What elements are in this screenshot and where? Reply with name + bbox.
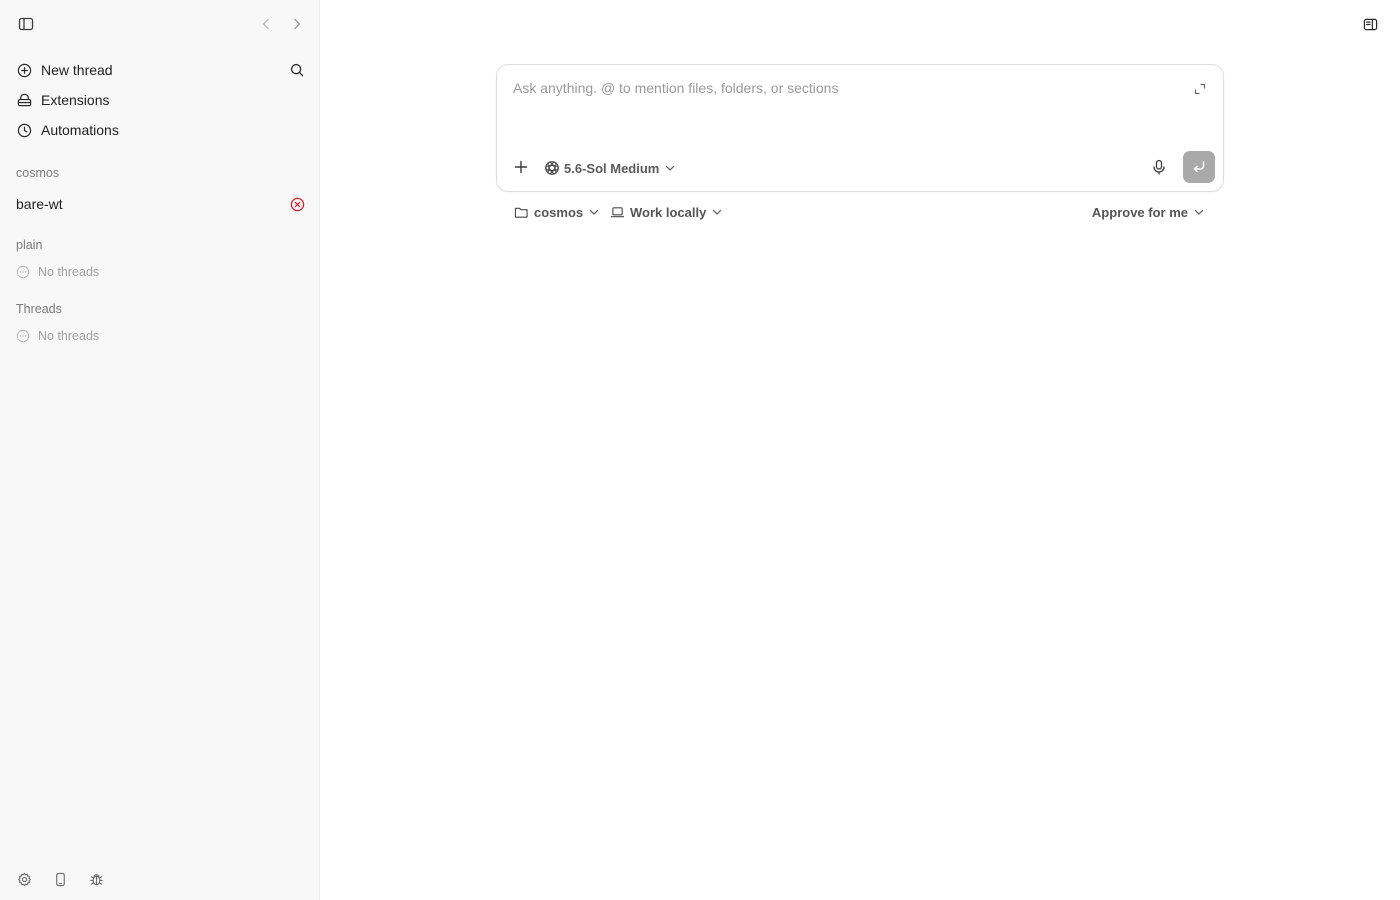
- model-logo-icon: [544, 160, 560, 176]
- microphone-icon[interactable]: [1149, 157, 1169, 177]
- send-button[interactable]: [1183, 151, 1215, 183]
- phone-icon[interactable]: [51, 870, 69, 888]
- search-icon[interactable]: [288, 61, 306, 79]
- sidebar: New thread Extensions Automations cosmos…: [0, 0, 320, 900]
- dots-circle-icon: [16, 265, 30, 279]
- approval-selector[interactable]: Approve for me: [1092, 200, 1204, 224]
- sidebar-bottom-bar: [0, 852, 319, 900]
- back-chevron-left-icon[interactable]: [257, 15, 275, 33]
- composer-options-bar: cosmos Work locally Approve for me: [496, 200, 1224, 224]
- attach-plus-icon[interactable]: [511, 157, 531, 177]
- chevron-down-icon: [589, 207, 599, 217]
- panel-toggle-icon[interactable]: [1361, 15, 1379, 33]
- location-selector[interactable]: Work locally: [610, 200, 722, 224]
- error-x-circle-icon[interactable]: [288, 195, 306, 213]
- section-label-cosmos: cosmos: [16, 166, 60, 180]
- section-label-threads: Threads: [16, 302, 62, 316]
- expand-icon[interactable]: [1192, 81, 1208, 97]
- no-threads-row: No threads: [16, 262, 99, 282]
- no-threads-label: No threads: [38, 329, 100, 343]
- dots-circle-icon: [16, 329, 30, 343]
- location-label: Work locally: [630, 204, 707, 220]
- composer: 5.6-Sol Medium: [496, 64, 1224, 192]
- plus-circle-icon: [16, 62, 32, 78]
- no-threads-row: No threads: [16, 326, 99, 346]
- prompt-input[interactable]: [513, 80, 1163, 140]
- approval-label: Approve for me: [1091, 204, 1188, 220]
- automations-label: Automations: [41, 122, 119, 138]
- folder-selector[interactable]: cosmos: [514, 200, 599, 224]
- new-thread-label: New thread: [41, 62, 113, 78]
- automations-nav-item[interactable]: Automations: [8, 116, 311, 144]
- settings-gear-icon[interactable]: [15, 870, 33, 888]
- model-label: 5.6-Sol Medium: [564, 160, 660, 176]
- bug-icon[interactable]: [87, 870, 105, 888]
- folder-icon: [514, 206, 529, 219]
- main-panel: 5.6-Sol Medium: [320, 0, 1400, 900]
- project-label: bare-wt: [16, 196, 63, 212]
- project-item-bare-wt[interactable]: bare-wt: [8, 190, 311, 218]
- model-selector[interactable]: 5.6-Sol Medium: [544, 157, 675, 179]
- chevron-down-icon: [665, 163, 675, 173]
- section-label-plain: plain: [16, 238, 43, 252]
- sidebar-topbar: [0, 0, 319, 48]
- laptop-icon: [610, 206, 625, 219]
- chevron-down-icon: [712, 207, 722, 217]
- new-thread-button[interactable]: New thread: [8, 56, 311, 84]
- send-icon: [1192, 160, 1206, 174]
- sidebar-toggle-icon[interactable]: [17, 15, 35, 33]
- folder-label: cosmos: [534, 204, 584, 220]
- clock-icon: [16, 122, 32, 138]
- forward-chevron-right-icon[interactable]: [288, 15, 306, 33]
- extensions-icon: [16, 92, 32, 108]
- chevron-down-icon: [1194, 207, 1204, 217]
- extensions-label: Extensions: [41, 92, 110, 108]
- extensions-nav-item[interactable]: Extensions: [8, 86, 311, 114]
- no-threads-label: No threads: [38, 265, 100, 279]
- app-window: New thread Extensions Automations cosmos…: [0, 0, 1400, 900]
